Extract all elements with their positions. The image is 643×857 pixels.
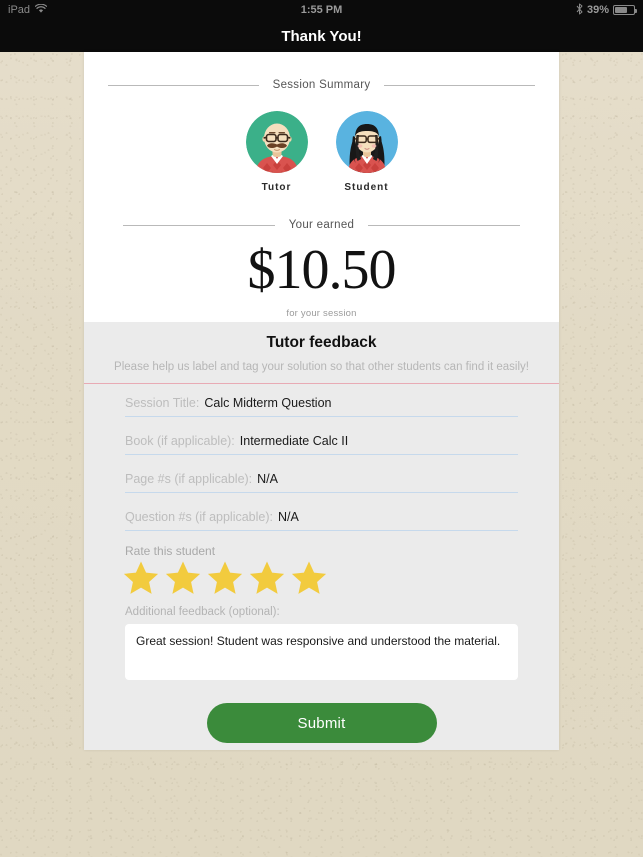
field-page-numbers-value[interactable]: N/A [257, 472, 278, 486]
session-summary-section: Session Summary Tutor Student Your earne… [84, 52, 559, 322]
earned-amount-caption: for your session [286, 307, 357, 319]
field-session-title[interactable]: Session Title: Calc Midterm Question [125, 396, 518, 417]
student-avatar-label: Student [344, 182, 389, 193]
additional-feedback-label: Additional feedback (optional): [125, 606, 280, 618]
status-bar: iPad 1:55 PM 39% [0, 0, 643, 20]
battery-icon [613, 5, 637, 15]
status-bar-left: iPad [8, 3, 48, 17]
field-page-numbers[interactable]: Page #s (if applicable): N/A [125, 472, 518, 493]
thank-you-card: Session Summary Tutor Student Your earne… [84, 52, 559, 750]
status-bar-right: 39% [576, 3, 637, 18]
avatar-student[interactable]: Student [332, 111, 402, 193]
field-book-label: Book (if applicable): [125, 434, 235, 448]
tutor-feedback-section: Tutor feedback Please help us label and … [84, 322, 559, 750]
additional-feedback-input[interactable]: Great session! Student was responsive an… [125, 624, 518, 680]
field-book[interactable]: Book (if applicable): Intermediate Calc … [125, 434, 518, 455]
earned-rule-line-left [122, 224, 275, 226]
device-name-label: iPad [8, 4, 31, 16]
star-icon-1[interactable] [122, 559, 160, 602]
page-title: Thank You! [281, 27, 362, 45]
field-session-title-value[interactable]: Calc Midterm Question [204, 396, 331, 410]
rate-student-label: Rate this student [125, 544, 216, 558]
star-icon-2[interactable] [164, 559, 202, 602]
tutor-avatar-image [245, 111, 308, 173]
star-rating[interactable] [84, 559, 559, 602]
rule-line-left [108, 84, 259, 86]
avatar-tutor[interactable]: Tutor [242, 111, 312, 193]
star-icon-3[interactable] [206, 559, 244, 602]
field-question-numbers[interactable]: Question #s (if applicable): N/A [125, 510, 518, 531]
star-icon-4[interactable] [248, 559, 286, 602]
wifi-icon [34, 3, 48, 17]
battery-percent-label: 39% [586, 4, 609, 16]
star-icon-5[interactable] [290, 559, 328, 602]
tutor-feedback-subtitle: Please help us label and tag your soluti… [114, 361, 529, 373]
avatar-row: Tutor Student [84, 111, 559, 193]
submit-button[interactable]: Submit [206, 703, 437, 743]
earned-amount: $10.50 [247, 239, 397, 301]
session-summary-label: Session Summary [272, 79, 371, 91]
session-summary-heading: Session Summary [84, 79, 559, 91]
tutor-feedback-title: Tutor feedback [266, 334, 377, 351]
field-book-value[interactable]: Intermediate Calc II [240, 434, 348, 448]
feedback-fields: Session Title: Calc Midterm Question Boo… [84, 384, 559, 531]
bluetooth-icon [576, 3, 583, 18]
field-question-numbers-value[interactable]: N/A [278, 510, 299, 524]
submit-button-wrapper: Submit [84, 703, 559, 743]
earned-label: Your earned [288, 219, 355, 231]
field-session-title-label: Session Title: [125, 396, 200, 410]
tutor-avatar-label: Tutor [261, 182, 292, 193]
rule-line-right [384, 84, 535, 86]
navigation-bar: Thank You! [0, 20, 643, 52]
earned-heading: Your earned [84, 219, 559, 231]
earned-rule-line-right [368, 224, 521, 226]
student-avatar-image [335, 111, 398, 173]
clock-label: 1:55 PM [300, 4, 343, 16]
field-question-numbers-label: Question #s (if applicable): [125, 510, 273, 524]
field-page-numbers-label: Page #s (if applicable): [125, 472, 253, 486]
